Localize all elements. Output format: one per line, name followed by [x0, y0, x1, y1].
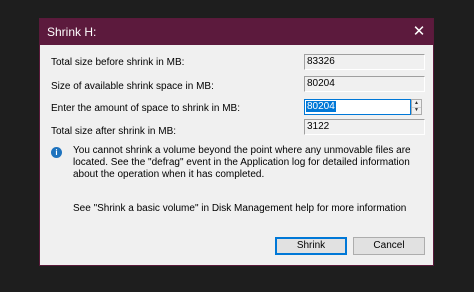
shrink-dialog: Shrink H: ✕ Total size before shrink in …	[40, 19, 433, 265]
spin-down-button[interactable]: ▼	[412, 107, 421, 114]
total-after-label: Total size after shrink in MB:	[51, 126, 177, 137]
available-space-label: Size of available shrink space in MB:	[51, 81, 214, 92]
help-reference-text: See "Shrink a basic volume" in Disk Mana…	[73, 203, 407, 214]
info-message: You cannot shrink a volume beyond the po…	[73, 145, 411, 180]
dialog-titlebar[interactable]: Shrink H: ✕	[40, 19, 433, 45]
total-after-value: 3122	[304, 119, 425, 135]
spinner-buttons: ▲ ▼	[411, 99, 422, 115]
total-before-label: Total size before shrink in MB:	[51, 57, 185, 68]
shrink-amount-spinner[interactable]: 80204 ▲ ▼	[304, 99, 422, 115]
shrink-amount-input[interactable]: 80204	[304, 99, 411, 115]
shrink-amount-label: Enter the amount of space to shrink in M…	[51, 103, 240, 114]
shrink-button[interactable]: Shrink	[275, 237, 347, 255]
close-button[interactable]: ✕	[405, 19, 433, 45]
shrink-amount-value: 80204	[306, 101, 336, 112]
available-space-value: 80204	[304, 76, 425, 92]
total-before-value: 83326	[304, 54, 425, 70]
info-icon: i	[51, 147, 62, 158]
screen-backdrop: Shrink H: ✕ Total size before shrink in …	[0, 0, 474, 292]
cancel-button[interactable]: Cancel	[353, 237, 425, 255]
dialog-title: Shrink H:	[47, 25, 97, 39]
